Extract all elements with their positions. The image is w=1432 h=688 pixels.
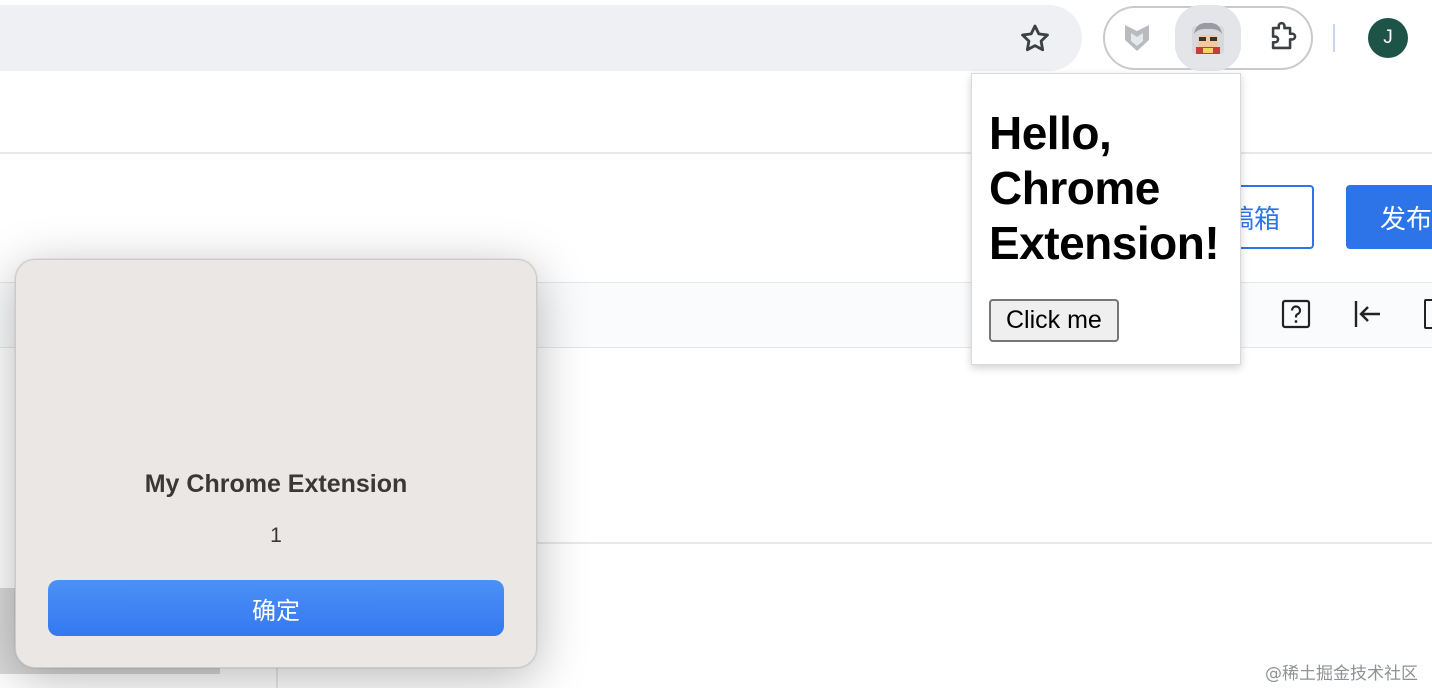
my-chrome-extension-button[interactable] [1175, 5, 1241, 71]
browser-toolbar: J [0, 0, 1432, 76]
address-bar[interactable] [0, 5, 1082, 71]
shield-extension-icon [1125, 25, 1149, 51]
extensions-menu-button[interactable] [1251, 14, 1315, 62]
toolbar-divider [1333, 24, 1335, 52]
avatar[interactable]: J [1368, 18, 1408, 58]
puzzle-extensions-icon [1271, 21, 1297, 50]
alert-title: My Chrome Extension [144, 470, 408, 498]
popup-heading: Hello, Chrome Extension! [989, 107, 1220, 269]
ok-button[interactable]: 确定 [48, 580, 504, 636]
star-icon[interactable] [1018, 22, 1052, 56]
extensions-group [1103, 5, 1315, 71]
help-icon[interactable] [1281, 299, 1311, 329]
alert-dialog: My Chrome Extension 1 确定 [15, 259, 537, 668]
panel-toggle-icon[interactable] [1424, 299, 1432, 329]
collapse-left-icon[interactable] [1353, 299, 1383, 329]
my-chrome-extension-icon [1192, 22, 1224, 54]
avatar-letter: J [1383, 27, 1393, 48]
click-me-button[interactable]: Click me [989, 299, 1119, 342]
watermark: @稀土掘金技术社区 [1265, 664, 1418, 684]
alert-message: 1 [270, 524, 282, 547]
publish-button[interactable]: 发布 [1346, 185, 1432, 249]
shield-extension-button[interactable] [1105, 14, 1169, 62]
extension-popup: Hello, Chrome Extension! Click me [971, 73, 1241, 365]
publish-label: 发布 [1380, 203, 1432, 234]
ok-label: 确定 [252, 596, 300, 625]
